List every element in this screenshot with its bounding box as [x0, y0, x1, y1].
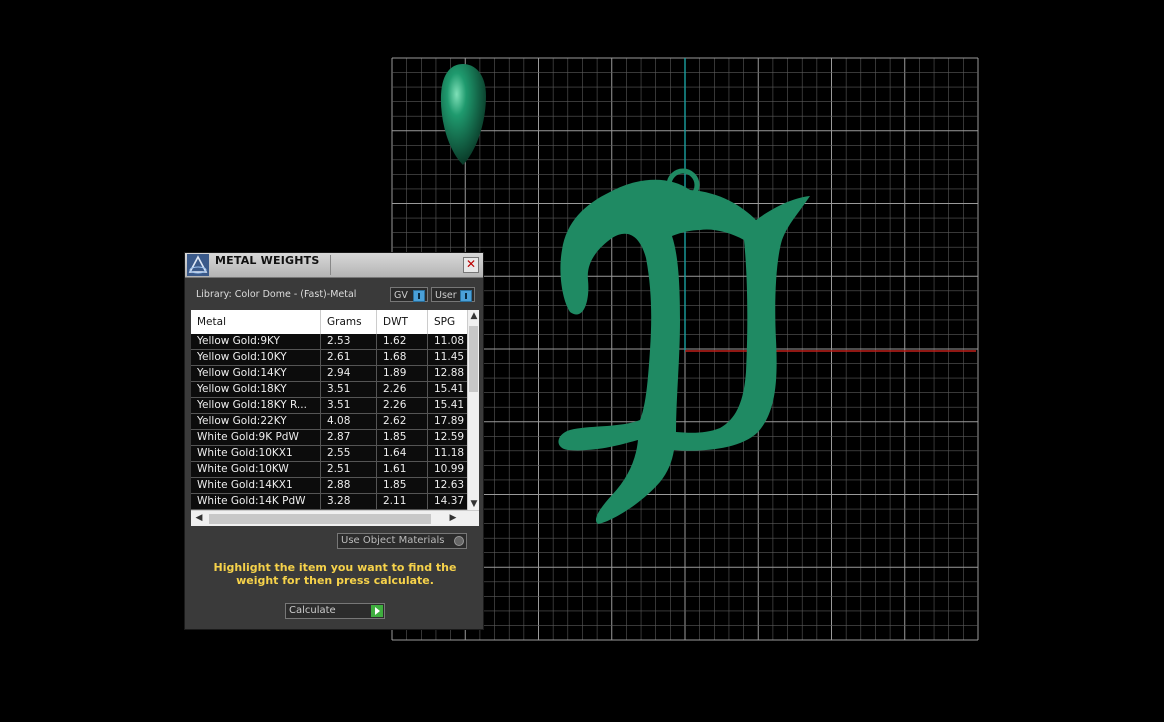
metal-cell: White Gold:14KX1	[191, 478, 321, 493]
spg-cell: 11.18	[434, 447, 465, 459]
grams-cell: 2.51	[321, 462, 377, 477]
dwt-cell: 2.26	[377, 398, 428, 413]
table-header: Metal Grams DWT SPG	[191, 310, 467, 334]
horizontal-scroll-thumb[interactable]	[209, 514, 431, 524]
metal-weights-table[interactable]: Metal Grams DWT SPG Yellow Gold:9KY 2.53 1…	[191, 310, 479, 526]
close-icon[interactable]: ✕	[463, 257, 479, 273]
column-header-grams[interactable]: Grams	[321, 310, 377, 334]
spg-cell: 15.41	[434, 399, 465, 411]
spg-cell: 12.63	[434, 479, 465, 491]
metal-cell: Yellow Gold:14KY	[191, 366, 321, 381]
user-toggle-label: User	[435, 290, 457, 301]
calculate-label: Calculate	[289, 605, 336, 616]
panel-titlebar[interactable]: METAL WEIGHTS ✕	[185, 253, 483, 278]
gv-toggle[interactable]: GV	[390, 287, 428, 302]
dwt-cell: 2.11	[377, 494, 428, 509]
table-row[interactable]: Yellow Gold:14KY 2.94 1.89 12.88	[191, 366, 467, 382]
dwt-cell: 1.85	[377, 478, 428, 493]
grams-cell: 2.94	[321, 366, 377, 381]
library-label: Library: Color Dome - (Fast)-Metal	[196, 289, 357, 300]
spg-cell: 15.41	[434, 383, 465, 395]
user-toggle[interactable]: User	[431, 287, 475, 302]
panel-title: METAL WEIGHTS	[215, 254, 320, 267]
grams-cell: 2.88	[321, 478, 377, 493]
vertical-scrollbar[interactable]: ▲ ▼	[467, 310, 479, 510]
title-separator	[330, 255, 331, 275]
grams-cell: 2.53	[321, 334, 377, 349]
table-row[interactable]: White Gold:14KX1 2.88 1.85 12.63	[191, 478, 467, 494]
metal-cell: Yellow Gold:18KY R...	[191, 398, 321, 413]
column-header-spg[interactable]: SPG	[428, 310, 467, 334]
radio-icon	[454, 536, 464, 546]
grams-cell: 2.61	[321, 350, 377, 365]
dwt-cell: 1.62	[377, 334, 428, 349]
grams-cell: 3.51	[321, 382, 377, 397]
metal-cell: White Gold:9K PdW	[191, 430, 321, 445]
column-header-metal[interactable]: Metal	[191, 310, 321, 334]
dwt-cell: 1.89	[377, 366, 428, 381]
app-logo-icon	[187, 254, 209, 276]
grams-cell: 4.08	[321, 414, 377, 429]
3d-viewport[interactable]	[0, 0, 1164, 722]
metal-cell: Yellow Gold:10KY	[191, 350, 321, 365]
grams-cell: 2.87	[321, 430, 377, 445]
spg-cell: 11.08	[434, 335, 465, 347]
column-header-dwt[interactable]: DWT	[377, 310, 428, 334]
calculate-button[interactable]: Calculate	[285, 603, 385, 619]
spg-cell: 11.45	[434, 351, 465, 363]
teardrop-model[interactable]	[440, 64, 486, 165]
spg-cell: 10.99	[434, 463, 465, 475]
toggle-knob-icon	[460, 290, 472, 302]
use-object-materials-label: Use Object Materials	[341, 535, 445, 546]
grams-cell: 2.55	[321, 446, 377, 461]
metal-cell: Yellow Gold:22KY	[191, 414, 321, 429]
dwt-cell: 2.26	[377, 382, 428, 397]
use-object-materials-button[interactable]: Use Object Materials	[337, 533, 467, 549]
dwt-cell: 1.85	[377, 430, 428, 445]
grams-cell: 3.51	[321, 398, 377, 413]
instructions-text: Highlight the item you want to find the …	[213, 561, 457, 587]
spg-cell: 14.37	[434, 495, 465, 507]
table-row[interactable]: White Gold:9K PdW 2.87 1.85 12.59	[191, 430, 467, 446]
metal-cell: White Gold:14K PdW	[191, 494, 321, 509]
letter-d-model[interactable]	[558, 179, 810, 524]
table-row[interactable]: Yellow Gold:10KY 2.61 1.68 11.45	[191, 350, 467, 366]
table-row[interactable]: Yellow Gold:22KY 4.08 2.62 17.89	[191, 414, 467, 430]
grams-cell: 3.28	[321, 494, 377, 509]
scroll-up-icon[interactable]: ▲	[468, 311, 479, 321]
dwt-cell: 1.61	[377, 462, 428, 477]
table-row[interactable]: White Gold:10KX1 2.55 1.64 11.18	[191, 446, 467, 462]
table-row[interactable]: White Gold:14K PdW 3.28 2.11 14.37	[191, 494, 467, 510]
table-row[interactable]: Yellow Gold:9KY 2.53 1.62 11.08	[191, 334, 467, 350]
metal-cell: Yellow Gold:9KY	[191, 334, 321, 349]
metal-cell: Yellow Gold:18KY	[191, 382, 321, 397]
metal-weights-panel: METAL WEIGHTS ✕ Library: Color Dome - (F…	[184, 252, 484, 630]
spg-cell: 12.88	[434, 367, 465, 379]
table-row[interactable]: White Gold:10KW 2.51 1.61 10.99	[191, 462, 467, 478]
play-icon	[371, 605, 383, 617]
dwt-cell: 1.68	[377, 350, 428, 365]
toggle-knob-icon	[413, 290, 425, 302]
spg-cell: 17.89	[434, 415, 465, 427]
dwt-cell: 2.62	[377, 414, 428, 429]
scroll-down-icon[interactable]: ▼	[468, 499, 479, 509]
scroll-right-icon[interactable]: ▶	[447, 513, 459, 523]
spg-cell: 12.59	[434, 431, 465, 443]
table-row[interactable]: Yellow Gold:18KY 3.51 2.26 15.41	[191, 382, 467, 398]
scroll-left-icon[interactable]: ◀	[193, 513, 205, 523]
gv-toggle-label: GV	[394, 290, 408, 301]
vertical-scroll-thumb[interactable]	[469, 326, 478, 392]
dwt-cell: 1.64	[377, 446, 428, 461]
metal-cell: White Gold:10KX1	[191, 446, 321, 461]
horizontal-scrollbar[interactable]: ◀ ▶	[191, 510, 479, 526]
table-row[interactable]: Yellow Gold:18KY R... 3.51 2.26 15.41	[191, 398, 467, 414]
metal-cell: White Gold:10KW	[191, 462, 321, 477]
